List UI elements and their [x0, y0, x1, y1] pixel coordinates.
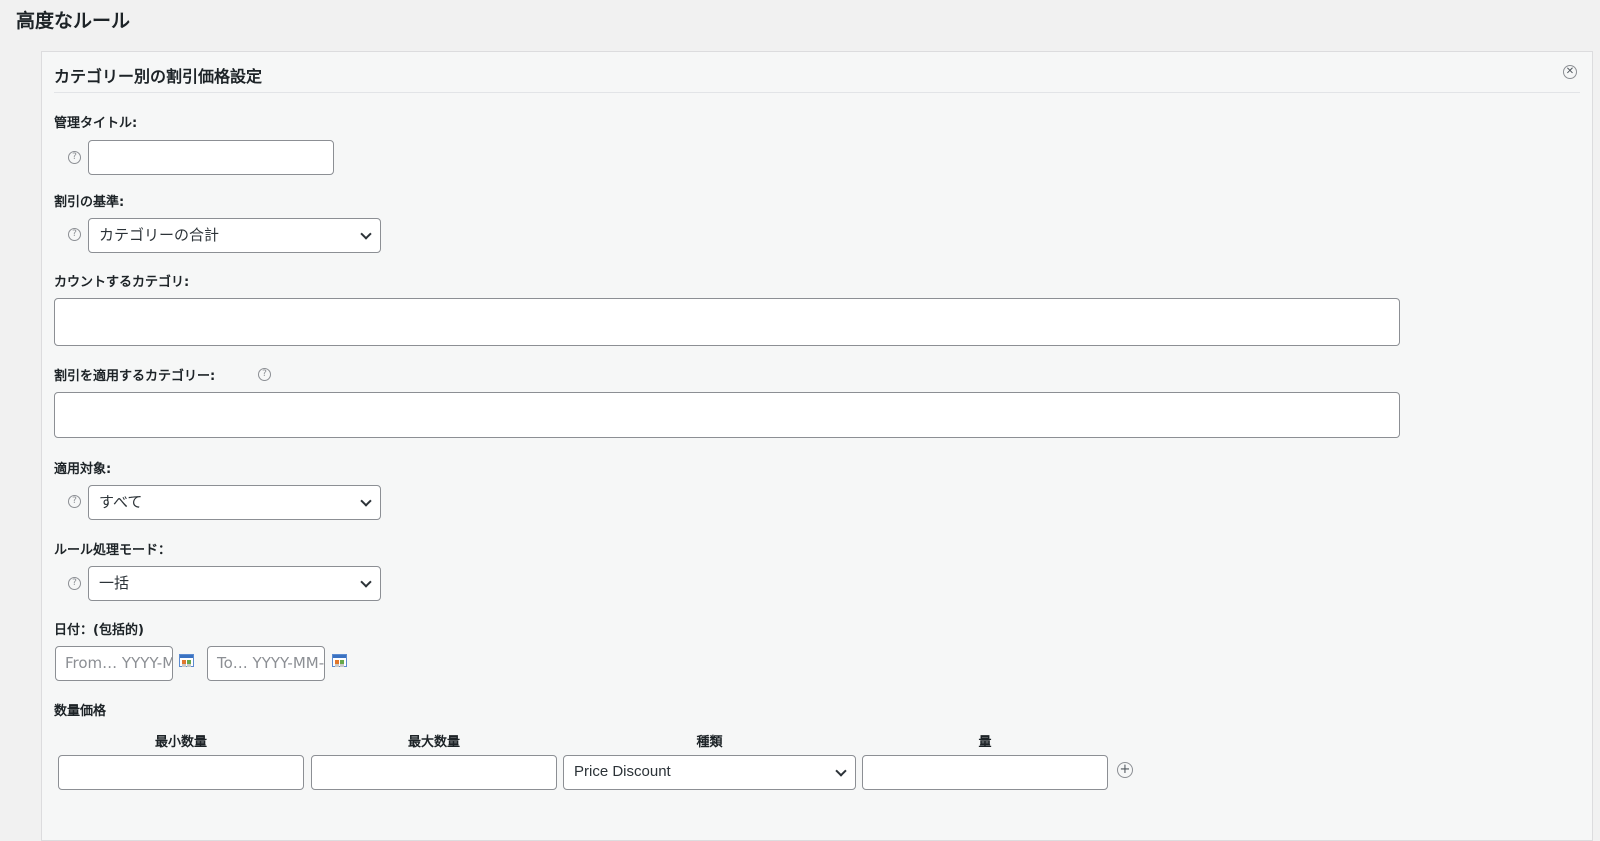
date-from-input[interactable]: From… YYYY-MM-DD [55, 646, 173, 681]
admin-title-input[interactable] [88, 140, 334, 175]
chevron-down-icon [835, 765, 847, 777]
apply-categories-label: 割引を適用するカテゴリー: [54, 369, 216, 384]
applies-to-value: すべて [99, 493, 143, 511]
discount-basis-value: カテゴリーの合計 [99, 226, 220, 244]
close-icon[interactable]: ✕ [1563, 65, 1577, 79]
column-header-type: 種類 [696, 735, 723, 750]
plus-icon[interactable]: + [1117, 762, 1133, 778]
applies-to-label: 適用対象: [54, 462, 112, 477]
help-icon[interactable]: ? [68, 495, 81, 508]
category-discount-panel: カテゴリー別の割引価格設定 ✕ 管理タイトル: ? 割引の基準: ? カテゴリー… [41, 51, 1593, 841]
date-to-input[interactable]: To… YYYY-MM-DD [207, 646, 325, 681]
page-title: 高度なルール [16, 10, 131, 32]
help-icon[interactable]: ? [258, 368, 271, 381]
chevron-down-icon [360, 495, 372, 507]
max-qty-input[interactable] [311, 755, 557, 790]
calendar-icon[interactable] [179, 654, 194, 667]
column-header-amount: 量 [978, 735, 992, 750]
apply-categories-input[interactable] [54, 392, 1400, 438]
help-icon[interactable]: ? [68, 151, 81, 164]
discount-basis-select[interactable]: カテゴリーの合計 [88, 218, 381, 253]
applies-to-select[interactable]: すべて [88, 485, 381, 520]
processing-mode-value: 一括 [99, 574, 130, 592]
panel-header: カテゴリー別の割引価格設定 ✕ [54, 52, 1580, 93]
chevron-down-icon [360, 228, 372, 240]
column-header-min-qty: 最小数量 [154, 735, 207, 750]
count-categories-label: カウントするカテゴリ: [54, 275, 190, 290]
processing-mode-label: ルール処理モード： [54, 543, 172, 558]
count-categories-input[interactable] [54, 298, 1400, 346]
panel-title: カテゴリー別の割引価格設定 [54, 67, 263, 86]
dates-label: 日付：(包括的) [54, 623, 144, 638]
admin-title-label: 管理タイトル: [54, 116, 138, 131]
discount-type-value: Price Discount [574, 763, 671, 780]
discount-type-select[interactable]: Price Discount [563, 755, 856, 790]
chevron-down-icon [360, 576, 372, 588]
quantity-pricing-label: 数量価格 [54, 704, 107, 719]
min-qty-input[interactable] [58, 755, 304, 790]
help-icon[interactable]: ? [68, 228, 81, 241]
discount-basis-label: 割引の基準: [54, 195, 125, 210]
processing-mode-select[interactable]: 一括 [88, 566, 381, 601]
calendar-icon[interactable] [332, 654, 347, 667]
column-header-max-qty: 最大数量 [407, 735, 460, 750]
amount-input[interactable] [862, 755, 1108, 790]
help-icon[interactable]: ? [68, 577, 81, 590]
